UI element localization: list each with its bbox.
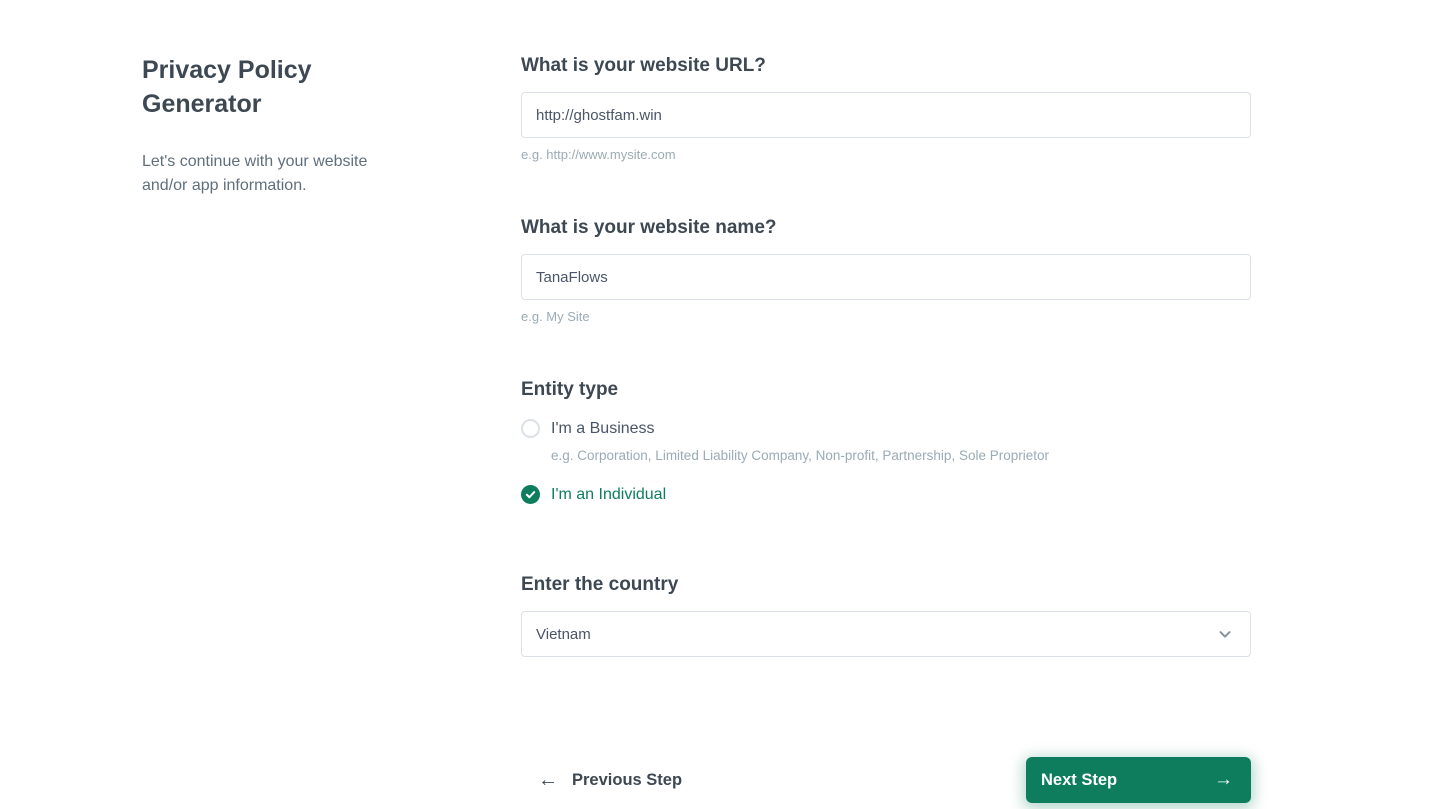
radio-checked-icon[interactable] [521, 485, 540, 504]
country-select-value: Vietnam [536, 625, 591, 643]
website-url-label: What is your website URL? [521, 55, 766, 76]
entity-type-group: Entity type I'm a Business e.g. Corporat… [521, 379, 1251, 504]
previous-step-label: Previous Step [572, 770, 683, 789]
checkmark-icon [525, 491, 536, 499]
entity-option-business-hint: e.g. Corporation, Limited Liability Comp… [551, 448, 1049, 463]
form-footer: ← Previous Step Next Step → [521, 757, 1251, 803]
entity-option-business[interactable]: I'm a Business [521, 419, 1251, 438]
form-panel: What is your website URL? e.g. http://ww… [521, 55, 1251, 803]
website-name-label: What is your website name? [521, 217, 777, 238]
country-select[interactable]: Vietnam [521, 611, 1251, 657]
website-name-group: What is your website name? e.g. My Site [521, 217, 1251, 324]
page-title: Privacy Policy Generator [142, 56, 312, 118]
website-url-input[interactable] [521, 92, 1251, 138]
left-arrow-icon: ← [538, 768, 558, 791]
chevron-down-icon [1219, 631, 1231, 638]
next-step-label: Next Step [1041, 770, 1118, 789]
entity-option-individual[interactable]: I'm an Individual [521, 485, 1251, 504]
website-name-hint: e.g. My Site [521, 309, 590, 324]
page-subtitle: Let's continue with your website and/or … [142, 153, 368, 194]
entity-option-business-label: I'm a Business [551, 419, 655, 437]
website-url-group: What is your website URL? e.g. http://ww… [521, 55, 1251, 162]
previous-step-button[interactable]: ← Previous Step [538, 769, 682, 792]
website-url-hint: e.g. http://www.mysite.com [521, 147, 676, 162]
right-arrow-icon: → [1214, 769, 1233, 790]
page-layout: Privacy Policy Generator Let's continue … [0, 0, 1449, 803]
website-name-input[interactable] [521, 254, 1251, 300]
country-label: Enter the country [521, 574, 679, 595]
country-group: Enter the country Vietnam [521, 574, 1251, 657]
radio-unchecked-icon[interactable] [521, 419, 540, 438]
entity-type-label: Entity type [521, 379, 619, 400]
entity-option-individual-label: I'm an Individual [551, 485, 667, 503]
next-step-button[interactable]: Next Step → [1026, 757, 1251, 803]
intro-panel: Privacy Policy Generator Let's continue … [142, 55, 382, 803]
